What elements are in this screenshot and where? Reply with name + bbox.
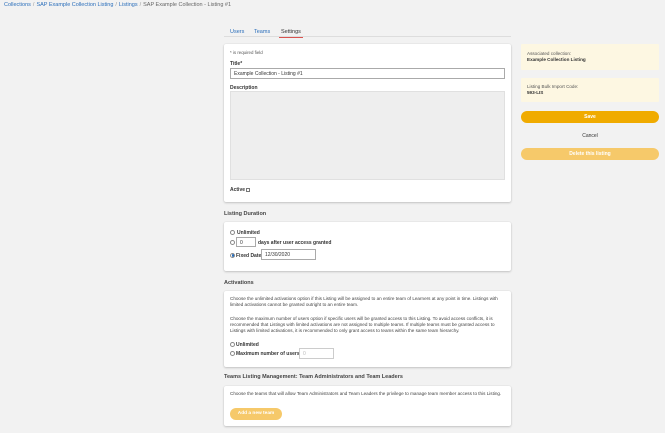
activations-card: Choose the unlimited activations option …: [224, 291, 511, 367]
tab-teams[interactable]: Teams: [254, 29, 270, 35]
required-note: * is required field: [230, 50, 263, 55]
breadcrumb-link-collection[interactable]: SAP Example Collection Listing: [36, 2, 113, 8]
listing-form-card: * is required field Title* Example Colle…: [224, 44, 511, 202]
unlimited-activations-radio[interactable]: [230, 342, 235, 347]
description-textarea[interactable]: [230, 91, 505, 180]
days-input[interactable]: 0: [236, 237, 256, 247]
fixed-date-label: Fixed Date: [236, 252, 262, 259]
breadcrumb-separator: /: [32, 2, 35, 8]
cancel-button[interactable]: Cancel: [521, 133, 659, 139]
associated-collection-card: Associated collection: Example Collectio…: [521, 44, 659, 70]
tab-bar: Users Teams Settings: [224, 27, 511, 38]
teams-heading: Teams Listing Management: Team Administr…: [224, 374, 403, 380]
unlimited-duration-radio[interactable]: [230, 230, 235, 235]
breadcrumb: Collections / SAP Example Collection Listi…: [4, 2, 231, 8]
add-team-button[interactable]: Add a new team: [230, 408, 282, 420]
max-users-input[interactable]: 0: [299, 348, 334, 359]
bulk-import-code: 593-LIS: [527, 90, 544, 95]
active-checkbox[interactable]: [246, 187, 250, 192]
breadcrumb-link-listings[interactable]: Listings: [119, 2, 138, 8]
delete-listing-button[interactable]: Delete this listing: [521, 148, 659, 160]
save-button[interactable]: Save: [521, 111, 659, 123]
activations-maximum-description: Choose the maximum number of users optio…: [230, 316, 495, 333]
active-label: Active: [230, 187, 246, 193]
activations-unlimited-description: Choose the unlimited activations option …: [230, 296, 498, 307]
unlimited-activations-label: Unlimited: [236, 342, 259, 348]
duration-heading: Listing Duration: [224, 211, 267, 217]
breadcrumb-link-collections[interactable]: Collections: [4, 2, 31, 8]
fixed-date-input[interactable]: 12/30/2020: [261, 249, 316, 260]
unlimited-duration-label: Unlimited: [237, 230, 260, 236]
fixed-date-radio[interactable]: [230, 252, 235, 258]
activations-heading: Activations: [224, 280, 254, 286]
teams-description: Choose the teams that will allow Team Ad…: [230, 391, 502, 396]
max-users-radio[interactable]: [230, 351, 235, 356]
days-duration-radio[interactable]: [230, 240, 235, 245]
associated-collection-title: Associated collection:: [527, 51, 572, 56]
bulk-import-title: Listing Bulk Import Code:: [527, 84, 579, 89]
tab-settings[interactable]: Settings: [279, 29, 303, 38]
breadcrumb-separator: /: [115, 2, 117, 8]
max-users-label: Maximum number of users: [236, 351, 300, 357]
associated-collection-value: Example Collection Listing: [527, 57, 586, 62]
title-label: Title*: [230, 61, 243, 67]
teams-card: Choose the teams that will allow Team Ad…: [224, 386, 511, 426]
breadcrumb-separator: /: [139, 2, 142, 8]
days-label: days after user access granted: [258, 240, 332, 246]
breadcrumb-current: SAP Example Collection - Listing #1: [143, 2, 232, 8]
duration-card: Unlimited 0 days after user access grant…: [224, 222, 511, 271]
tab-users[interactable]: Users: [230, 29, 244, 35]
title-input[interactable]: Example Collection - Listing #1: [230, 68, 505, 79]
bulk-import-card: Listing Bulk Import Code: 593-LIS: [521, 78, 659, 102]
